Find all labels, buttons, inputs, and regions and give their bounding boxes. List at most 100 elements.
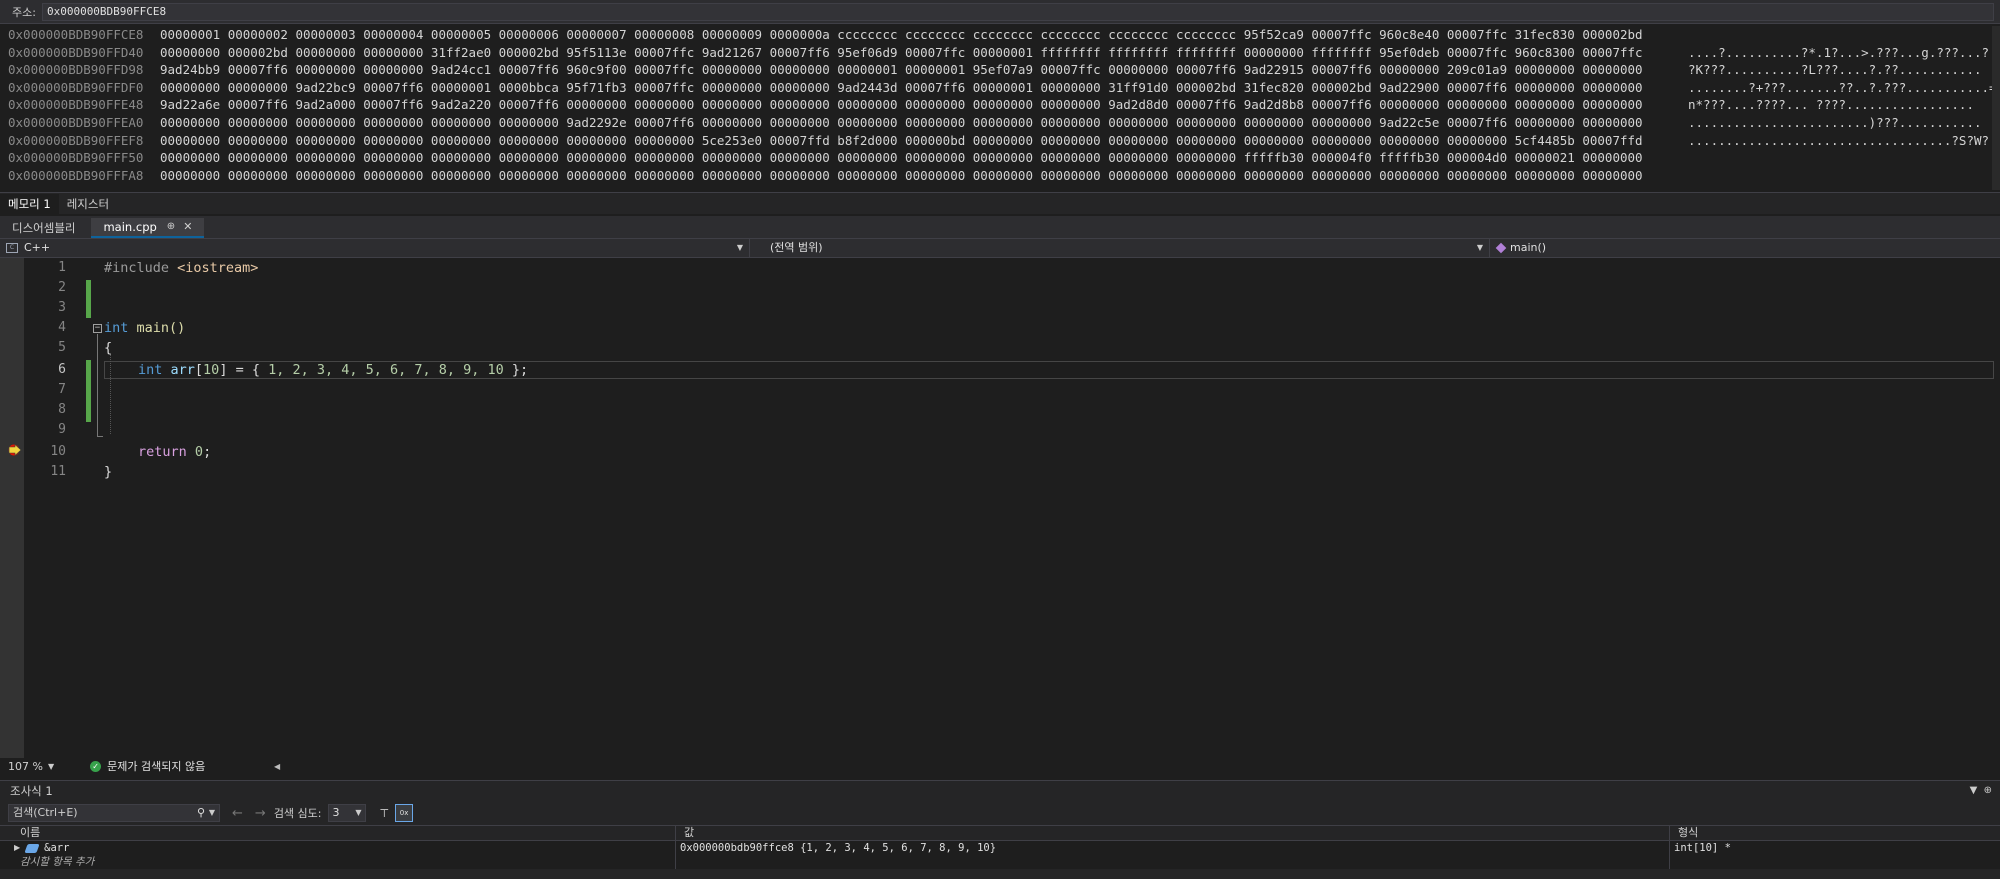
change-marker: [86, 280, 91, 318]
memory-rows: 0x000000BDB90FFCE8 00000001 00000002 0000…: [0, 26, 2000, 190]
memory-row-ascii: ........................)???...........: [1688, 114, 1982, 130]
close-icon[interactable]: ✕: [183, 217, 192, 237]
glyph-margin[interactable]: [0, 258, 24, 758]
tab-disassembly[interactable]: 디스어셈블리: [0, 218, 87, 238]
watch-expression: &arr: [44, 842, 70, 854]
tab-main-cpp[interactable]: main.cpp ⊕ ✕: [91, 217, 205, 238]
column-header-name[interactable]: 이름: [0, 826, 676, 840]
problems-status[interactable]: 문제가 검색되지 않음: [107, 758, 205, 774]
code-line-11[interactable]: }: [104, 464, 112, 480]
watch-name-cell[interactable]: ▶ &arr: [0, 841, 676, 855]
memory-row-bytes[interactable]: 00000000 00000000 00000000 00000000 0000…: [160, 114, 1680, 132]
memory-row-ascii: ....?..........?*.1?...>.???...g.???...?: [1688, 44, 1990, 60]
punctuation: ] = {: [219, 362, 269, 378]
memory-row-bytes[interactable]: 00000000 000002bd 00000000 00000000 31ff…: [160, 44, 1680, 62]
memory-row-address: 0x000000BDB90FFEF8: [8, 132, 144, 148]
variable-icon: [24, 843, 40, 853]
line-number: 8: [58, 402, 66, 417]
line-number: 5: [58, 340, 66, 355]
memory-row[interactable]: 0x000000BDB90FFDF0 00000000 00000000 9ad2…: [0, 79, 2000, 97]
memory-row[interactable]: 0x000000BDB90FFFA8 00000000 00000000 0000…: [0, 167, 2000, 185]
number-literal: 10: [203, 362, 220, 378]
editor-status-bar: 107 % ▼ ✓ 문제가 검색되지 않음 ◀: [0, 758, 2000, 774]
search-depth-label: 검색 심도:: [273, 807, 322, 820]
memory-row[interactable]: 0x000000BDB90FFCE8 00000001 00000002 0000…: [0, 26, 2000, 44]
code-line-10[interactable]: return 0;: [138, 444, 211, 460]
watch-search-input[interactable]: 검색(Ctrl+E) ⚲ ▼: [8, 804, 220, 822]
preprocessor-directive: #include: [104, 260, 178, 276]
memory-row-bytes[interactable]: 00000000 00000000 00000000 00000000 0000…: [160, 149, 1680, 167]
instruction-pointer-icon[interactable]: [8, 444, 22, 456]
code-editor[interactable]: 1 2 3 4 5 6 7 8 9 10 11 − #include <iost…: [0, 258, 2000, 758]
chevron-down-icon: ▼: [1476, 243, 1483, 252]
memory-scrollbar[interactable]: [1992, 26, 2000, 190]
check-circle-icon: ✓: [90, 760, 102, 772]
keyword: int: [104, 320, 129, 336]
tab-disassembly-label: 디스어셈블리: [12, 221, 76, 235]
line-number: 2: [58, 280, 66, 295]
memory-row-bytes[interactable]: 00000000 00000000 00000000 00000000 0000…: [160, 167, 1680, 185]
memory-row-bytes[interactable]: 9ad24bb9 00007ff6 00000000 00000000 9ad2…: [160, 61, 1680, 79]
line-number: 9: [58, 422, 66, 437]
watch-row[interactable]: ▶ &arr 0x000000bdb90ffce8 {1, 2, 3, 4, 5…: [0, 841, 2000, 855]
watch-panel: 조사식 1 ▼ ⊕ 검색(Ctrl+E) ⚲ ▼ ← → 검색 심도: 3 ▼ …: [0, 780, 2000, 879]
memory-row-address: 0x000000BDB90FFDF0: [8, 79, 144, 95]
pin-icon[interactable]: ⊤: [380, 807, 390, 820]
number-literal: 0: [194, 444, 204, 460]
code-line-5[interactable]: {: [104, 340, 112, 356]
memory-row[interactable]: 0x000000BDB90FFE48 9ad22a6e 00007ff6 9ad2…: [0, 96, 2000, 114]
column-header-value[interactable]: 값: [676, 826, 1670, 840]
pin-icon[interactable]: ⊕: [167, 217, 175, 237]
memory-row-bytes[interactable]: 9ad22a6e 00007ff6 9ad2a000 00007ff6 9ad2…: [160, 96, 1680, 114]
chevron-down-icon[interactable]: ▼: [209, 805, 215, 821]
function-declaration: main(): [128, 320, 186, 336]
search-depth-dropdown[interactable]: 3 ▼: [327, 804, 366, 822]
tab-registers[interactable]: 레지스터: [59, 194, 117, 214]
hex-display-icon[interactable]: 0x: [395, 804, 414, 822]
memory-row-bytes[interactable]: 00000001 00000002 00000003 00000004 0000…: [160, 26, 1680, 44]
search-icon[interactable]: ⚲: [197, 805, 205, 821]
collapse-icon[interactable]: −: [93, 324, 102, 333]
code-line-1[interactable]: #include <iostream>: [104, 260, 258, 276]
arrow-right-icon[interactable]: →: [255, 806, 266, 821]
memory-row-address: 0x000000BDB90FFFA8: [8, 167, 144, 183]
arrow-left-icon[interactable]: ←: [232, 806, 243, 821]
scroll-left-icon[interactable]: ◀: [274, 762, 280, 771]
memory-row[interactable]: 0x000000BDB90FFEA0 00000000 00000000 0000…: [0, 114, 2000, 132]
chevron-down-icon[interactable]: ▼: [48, 762, 54, 771]
add-watch-item[interactable]: 감시할 항목 추가: [0, 855, 676, 869]
method-icon: [1495, 242, 1507, 254]
window-controls[interactable]: ▼ ⊕: [1970, 781, 1992, 801]
address-input[interactable]: 0x000000BDB90FFCE8: [41, 2, 1994, 21]
code-line-6[interactable]: int arr[10] = { 1, 2, 3, 4, 5, 6, 7, 8, …: [138, 362, 528, 378]
line-number: 7: [58, 382, 66, 397]
memory-row[interactable]: 0x000000BDB90FFD40 00000000 000002bd 0000…: [0, 44, 2000, 62]
watch-value-cell: [676, 855, 1670, 869]
memory-tab-strip: 메모리 1 레지스터: [0, 192, 2000, 214]
column-header-type[interactable]: 형식: [1670, 826, 2000, 840]
memory-row[interactable]: 0x000000BDB90FFD98 9ad24bb9 00007ff6 0000…: [0, 61, 2000, 79]
project-name: C++: [24, 241, 51, 254]
memory-row-ascii: ........?+???.......??..?.???...........…: [1688, 79, 1993, 95]
watch-value-cell[interactable]: 0x000000bdb90ffce8 {1, 2, 3, 4, 5, 6, 7,…: [676, 841, 1670, 855]
watch-title: 조사식 1: [10, 784, 53, 798]
memory-row-bytes[interactable]: 00000000 00000000 9ad22bc9 00007ff6 0000…: [160, 79, 1680, 97]
add-watch-row[interactable]: 감시할 항목 추가: [0, 855, 2000, 869]
memory-row[interactable]: 0x000000BDB90FFF50 00000000 00000000 0000…: [0, 149, 2000, 167]
scope-dropdown[interactable]: (전역 범위) ▼: [750, 239, 1490, 257]
code-line-4[interactable]: int main(): [104, 320, 185, 336]
function-name: main(): [1510, 241, 1547, 254]
memory-row-bytes[interactable]: 00000000 00000000 00000000 00000000 0000…: [160, 132, 1680, 150]
memory-row[interactable]: 0x000000BDB90FFEF8 00000000 00000000 0000…: [0, 132, 2000, 150]
tab-memory-1[interactable]: 메모리 1: [0, 193, 59, 214]
zoom-level[interactable]: 107 %: [8, 760, 48, 773]
punctuation: ;: [203, 444, 212, 460]
indent-guide: [110, 354, 111, 434]
chevron-down-icon: ▼: [355, 808, 362, 817]
expand-icon[interactable]: ▶: [14, 841, 20, 855]
function-dropdown[interactable]: main(): [1490, 239, 2000, 257]
line-number: 3: [58, 300, 66, 315]
memory-row-ascii: ?K???..........?L???....?.??...........: [1688, 62, 1982, 78]
project-dropdown[interactable]: C C++ ▼: [0, 239, 750, 257]
outline-guide-end: [97, 436, 103, 437]
